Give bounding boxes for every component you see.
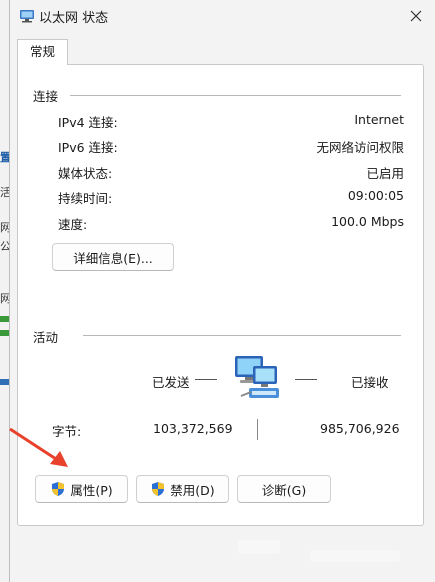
watermark-blur <box>238 540 280 554</box>
watermark-blur <box>310 550 400 562</box>
diagnose-button[interactable]: 诊断(G) <box>237 475 331 503</box>
ipv6-connectivity-label: IPv6 连接: <box>58 140 118 155</box>
speed-value: 100.0 Mbps <box>331 214 404 229</box>
close-icon[interactable] <box>405 6 427 26</box>
window-title: 以太网 状态 <box>39 11 109 26</box>
speed-label: 速度: <box>58 217 88 232</box>
network-adapter-icon <box>20 10 34 23</box>
uac-shield-icon <box>152 482 165 496</box>
properties-button[interactable]: 属性(P) <box>35 475 128 503</box>
duration-value: 09:00:05 <box>347 188 404 203</box>
tab-general[interactable]: 常规 <box>17 39 68 65</box>
media-state-label: 媒体状态: <box>58 166 113 181</box>
details-button[interactable]: 详细信息(E)... <box>52 243 174 271</box>
sent-dash <box>195 379 217 380</box>
ipv4-connectivity-value: Internet <box>354 112 404 127</box>
duration-label: 持续时间: <box>58 191 113 206</box>
details-button-label: 详细信息(E)... <box>73 250 153 266</box>
annotation-arrow-icon <box>9 427 68 467</box>
disable-button-label: 禁用(D) <box>170 482 215 498</box>
title-bar[interactable]: 以太网 状态 <box>10 0 435 32</box>
received-label: 已接收 <box>351 375 389 390</box>
section-divider <box>83 335 401 336</box>
network-icon <box>0 316 9 322</box>
ethernet-status-dialog: 以太网 状态 常规 连接 IPv4 连接: Internet IPv6 连接: … <box>9 0 435 582</box>
bytes-separator <box>257 419 258 440</box>
media-state-value: 已启用 <box>366 166 404 181</box>
network-icon <box>0 330 9 336</box>
section-divider <box>70 95 401 96</box>
sent-label: 已发送 <box>152 375 190 390</box>
ipv6-connectivity-value: 无网络访问权限 <box>316 140 404 155</box>
bytes-received-value: 985,706,926 <box>320 421 400 436</box>
received-dash <box>295 379 317 380</box>
network-icon <box>0 379 9 385</box>
bytes-sent-value: 103,372,569 <box>153 421 233 436</box>
activity-section-title: 活动 <box>33 330 59 345</box>
ipv4-connectivity-label: IPv4 连接: <box>58 115 118 130</box>
properties-button-label: 属性(P) <box>70 482 113 498</box>
diagnose-button-label: 诊断(G) <box>261 482 307 498</box>
connection-section-title: 连接 <box>33 89 59 104</box>
network-activity-icon <box>235 356 279 398</box>
uac-shield-icon <box>52 482 65 496</box>
disable-button[interactable]: 禁用(D) <box>136 475 229 503</box>
